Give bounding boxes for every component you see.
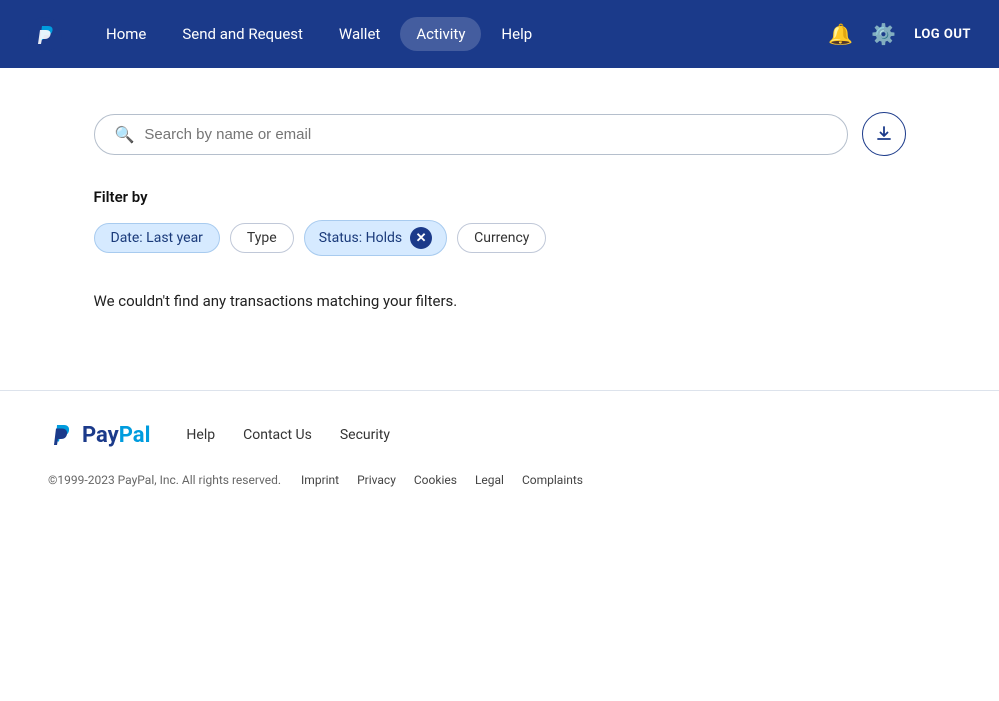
footer-help-link[interactable]: Help xyxy=(186,427,215,443)
filter-chip-type[interactable]: Type xyxy=(230,223,294,253)
footer-logo[interactable]: PayPal xyxy=(48,421,150,449)
footer-legal-links: Imprint Privacy Cookies Legal Complaints xyxy=(301,473,583,487)
filter-chip-status[interactable]: Status: Holds ✕ xyxy=(304,220,447,256)
filter-chips: Date: Last year Type Status: Holds ✕ Cur… xyxy=(94,220,906,256)
footer-complaints-link[interactable]: Complaints xyxy=(522,473,583,487)
search-icon: 🔍 xyxy=(115,125,135,144)
search-row: 🔍 xyxy=(94,112,906,156)
navbar-links: Home Send and Request Wallet Activity He… xyxy=(90,17,548,51)
chip-close-button[interactable]: ✕ xyxy=(410,227,432,249)
footer-paypal-p-icon xyxy=(48,421,76,449)
footer-logo-text: PayPal xyxy=(82,423,150,448)
footer-cookies-link[interactable]: Cookies xyxy=(414,473,457,487)
no-results-message: We couldn't find any transactions matchi… xyxy=(94,292,906,310)
nav-home[interactable]: Home xyxy=(90,17,162,51)
nav-help[interactable]: Help xyxy=(485,17,548,51)
footer-legal-link[interactable]: Legal xyxy=(475,473,504,487)
nav-send-request[interactable]: Send and Request xyxy=(166,17,319,51)
footer-imprint-link[interactable]: Imprint xyxy=(301,473,339,487)
main-content: 🔍 Filter by Date: Last year Type Status:… xyxy=(70,68,930,390)
footer-privacy-link[interactable]: Privacy xyxy=(357,473,396,487)
search-bar[interactable]: 🔍 xyxy=(94,114,848,155)
nav-wallet[interactable]: Wallet xyxy=(323,17,396,51)
nav-activity[interactable]: Activity xyxy=(400,17,481,51)
logout-button[interactable]: LOG OUT xyxy=(914,27,971,42)
notifications-icon[interactable]: 🔔 xyxy=(828,22,853,46)
chip-currency-label: Currency xyxy=(474,230,529,246)
footer-logo-pal: Pal xyxy=(119,423,151,448)
footer-copyright: ©1999-2023 PayPal, Inc. All rights reser… xyxy=(48,473,281,487)
download-icon xyxy=(875,125,893,143)
footer-security-link[interactable]: Security xyxy=(340,427,390,443)
filter-label: Filter by xyxy=(94,188,906,206)
footer: PayPal Help Contact Us Security ©1999-20… xyxy=(0,391,999,517)
chip-status-label: Status: Holds xyxy=(319,230,402,246)
navbar: Home Send and Request Wallet Activity He… xyxy=(0,0,999,68)
settings-icon[interactable]: ⚙️ xyxy=(871,22,896,46)
navbar-right: 🔔 ⚙️ LOG OUT xyxy=(828,22,971,46)
navbar-logo[interactable] xyxy=(28,17,62,51)
chip-date-label: Date: Last year xyxy=(111,230,203,246)
search-input[interactable] xyxy=(144,126,826,143)
filter-chip-currency[interactable]: Currency xyxy=(457,223,546,253)
chip-type-label: Type xyxy=(247,230,277,246)
footer-top-row: PayPal Help Contact Us Security xyxy=(48,421,951,449)
footer-logo-pay: Pay xyxy=(82,423,119,448)
download-button[interactable] xyxy=(862,112,906,156)
filter-chip-date[interactable]: Date: Last year xyxy=(94,223,220,253)
footer-bottom-row: ©1999-2023 PayPal, Inc. All rights reser… xyxy=(48,473,951,487)
footer-contact-link[interactable]: Contact Us xyxy=(243,427,312,443)
footer-nav-links: Help Contact Us Security xyxy=(186,427,390,443)
paypal-logo-icon xyxy=(28,17,62,51)
